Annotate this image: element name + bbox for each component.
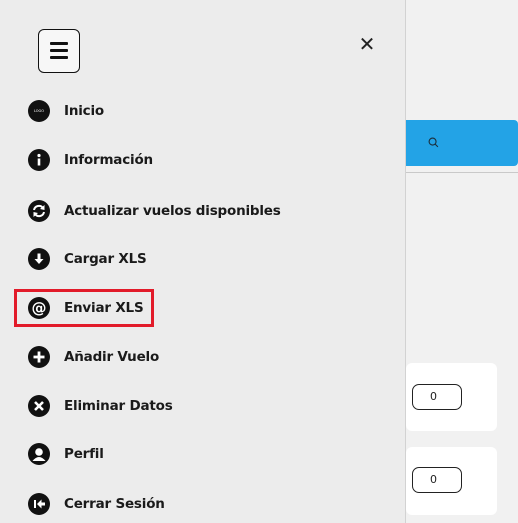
refresh-icon: [28, 200, 50, 222]
menu-item-perfil[interactable]: Perfil: [28, 440, 104, 468]
download-icon: [28, 248, 50, 270]
search-bar[interactable]: [406, 120, 518, 166]
logo-icon: LOGO: [28, 100, 50, 122]
menu-item-label: Información: [64, 152, 153, 168]
close-icon[interactable]: ✕: [357, 34, 377, 54]
menu-item-eliminar-datos[interactable]: Eliminar Datos: [28, 392, 173, 420]
menu-item-label: Inicio: [64, 103, 104, 119]
menu-item-inicio[interactable]: LOGO Inicio: [28, 97, 104, 125]
plus-icon: [28, 346, 50, 368]
menu-item-enviar-xls[interactable]: @ Enviar XLS: [28, 294, 144, 322]
quantity-input[interactable]: 0: [412, 384, 462, 410]
menu-item-cerrar-sesion[interactable]: Cerrar Sesión: [28, 490, 165, 518]
x-circle-icon: [28, 395, 50, 417]
menu-item-informacion[interactable]: Información: [28, 146, 153, 174]
menu-item-label: Cargar XLS: [64, 251, 147, 267]
side-drawer: ✕ LOGO Inicio Información Actualizar vue…: [0, 0, 406, 523]
menu-item-label: Cerrar Sesión: [64, 496, 165, 512]
at-icon: @: [28, 297, 50, 319]
menu-item-label: Añadir Vuelo: [64, 349, 160, 365]
search-icon[interactable]: [428, 137, 439, 148]
divider: [406, 172, 518, 173]
menu-item-actualizar[interactable]: Actualizar vuelos disponibles: [28, 197, 281, 225]
main-content: [406, 0, 518, 523]
menu-item-anadir-vuelo[interactable]: Añadir Vuelo: [28, 343, 159, 371]
menu-item-label: Perfil: [64, 446, 104, 462]
info-icon: [28, 149, 50, 171]
menu-item-cargar-xls[interactable]: Cargar XLS: [28, 245, 147, 273]
quantity-input[interactable]: 0: [412, 467, 462, 493]
menu-item-label: Eliminar Datos: [64, 398, 173, 414]
user-icon: [28, 443, 50, 465]
menu-item-label: Actualizar vuelos disponibles: [64, 203, 281, 219]
logout-icon: [28, 493, 50, 515]
menu-item-label: Enviar XLS: [64, 300, 144, 316]
hamburger-menu-icon[interactable]: [38, 29, 80, 73]
